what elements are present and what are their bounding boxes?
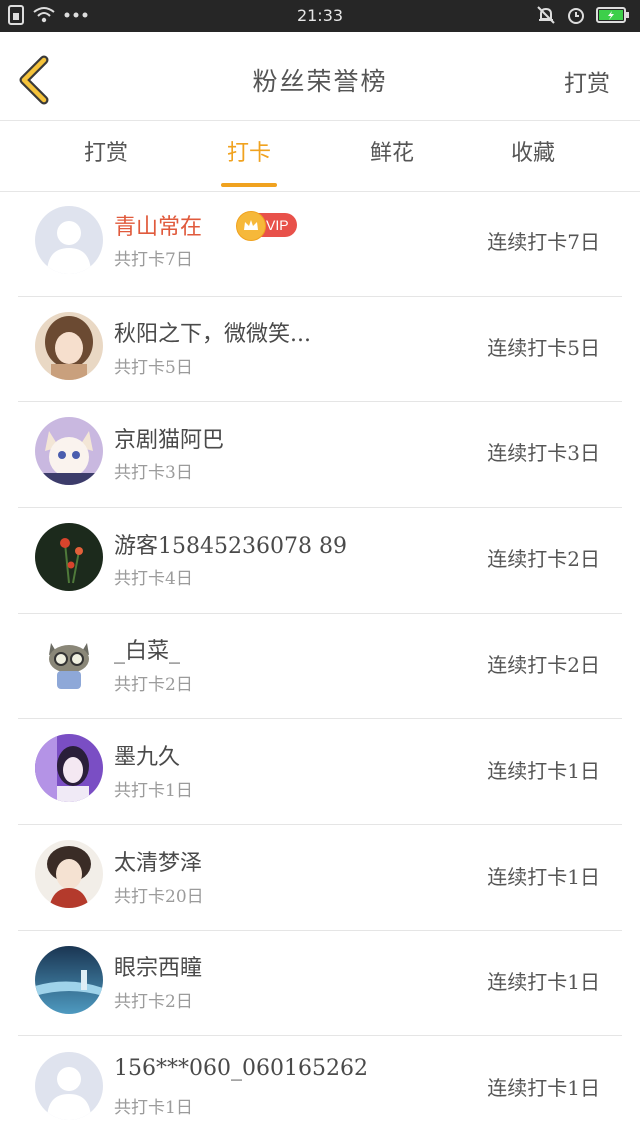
total-checkins: 共打卡3日 [114,463,193,483]
user-name[interactable]: 京剧猫阿巴 [114,422,224,454]
anime-girl-avatar-icon[interactable] [35,312,103,380]
nav-bar: 粉丝荣誉榜 打赏 [0,32,640,121]
list-item[interactable]: 眼宗西瞳 共打卡2日 连续打卡1日 [18,930,622,1036]
user-name[interactable]: 156***060_060165262 [114,1056,368,1081]
chevron-left-icon [19,55,49,105]
battery-charging-icon [596,7,629,23]
default-avatar-icon[interactable] [35,1052,103,1120]
streak-days: 连续打卡5日 [487,336,600,360]
total-checkins: 共打卡20日 [114,887,204,907]
status-bar: 21:33 [0,0,640,32]
default-avatar-icon[interactable] [35,206,103,274]
total-checkins: 共打卡2日 [114,992,193,1012]
list-item[interactable]: 太清梦泽 共打卡20日 连续打卡1日 [18,825,622,931]
list-item[interactable]: 秋阳之下，微微笑... 共打卡5日 连续打卡5日 [18,296,622,402]
streak-days: 连续打卡7日 [487,230,600,254]
list-item[interactable]: 青山常在 VIP 共打卡7日 连续打卡7日 [18,191,622,297]
blue-scene-avatar-icon[interactable] [35,946,103,1014]
streak-days: 连续打卡1日 [487,759,600,783]
tab-label: 打赏 [83,141,128,166]
total-checkins: 共打卡1日 [114,1098,193,1118]
user-name[interactable]: 游客15845236078 89 [114,528,347,560]
anime-boy-avatar-icon[interactable] [35,840,103,908]
list-item[interactable]: 京剧猫阿巴 共打卡3日 连续打卡3日 [18,402,622,508]
tab-label: 鲜花 [369,141,414,166]
mute-bell-icon [537,6,555,24]
user-name[interactable]: 青山常在 [114,209,202,241]
tab-label: 收藏 [510,141,555,166]
user-name[interactable]: _白菜_ [114,633,180,665]
vip-badge: VIP [236,211,297,241]
status-right-icons [536,5,630,25]
user-name[interactable]: 秋阳之下，微微笑... [114,316,311,348]
streak-days: 连续打卡1日 [487,865,600,889]
tab-label: 打卡 [226,141,271,166]
purple-girl-avatar-icon[interactable] [35,734,103,802]
user-name[interactable]: 眼宗西瞳 [114,950,202,982]
list-item[interactable]: 156***060_060165262 共打卡1日 连续打卡1日 [18,1036,622,1141]
crown-icon [236,211,266,241]
total-checkins: 共打卡1日 [114,781,193,801]
tab-flowers[interactable]: 鲜花 [332,121,452,191]
tab-favorites[interactable]: 收藏 [473,121,593,191]
reward-button[interactable]: 打赏 [564,64,610,98]
list-item[interactable]: _白菜_ 共打卡2日 连续打卡2日 [18,613,622,719]
user-name[interactable]: 太清梦泽 [114,845,202,877]
tab-reward[interactable]: 打赏 [46,121,166,191]
list-item[interactable]: 游客15845236078 89 共打卡4日 连续打卡2日 [18,508,622,614]
vip-label: VIP [266,217,289,233]
total-checkins: 共打卡7日 [114,250,193,270]
alarm-icon [568,8,584,24]
streak-days: 连续打卡2日 [487,547,600,571]
active-tab-indicator [221,183,277,187]
page-title: 粉丝荣誉榜 [252,67,388,96]
cartoon-raccoon-avatar-icon[interactable] [35,629,103,697]
tab-checkin[interactable]: 打卡 [189,121,309,191]
anime-cat-avatar-icon[interactable] [35,417,103,485]
back-button[interactable] [12,54,56,106]
tab-bar: 打赏 打卡 鲜花 收藏 [0,121,640,192]
streak-days: 连续打卡3日 [487,441,600,465]
list-item[interactable]: 墨九久 共打卡1日 连续打卡1日 [18,719,622,825]
total-checkins: 共打卡4日 [114,569,193,589]
flowers-avatar-icon[interactable] [35,523,103,591]
streak-days: 连续打卡1日 [487,970,600,994]
total-checkins: 共打卡5日 [114,358,193,378]
user-name[interactable]: 墨九久 [114,739,180,771]
streak-days: 连续打卡2日 [487,653,600,677]
total-checkins: 共打卡2日 [114,675,193,695]
streak-days: 连续打卡1日 [487,1076,600,1100]
